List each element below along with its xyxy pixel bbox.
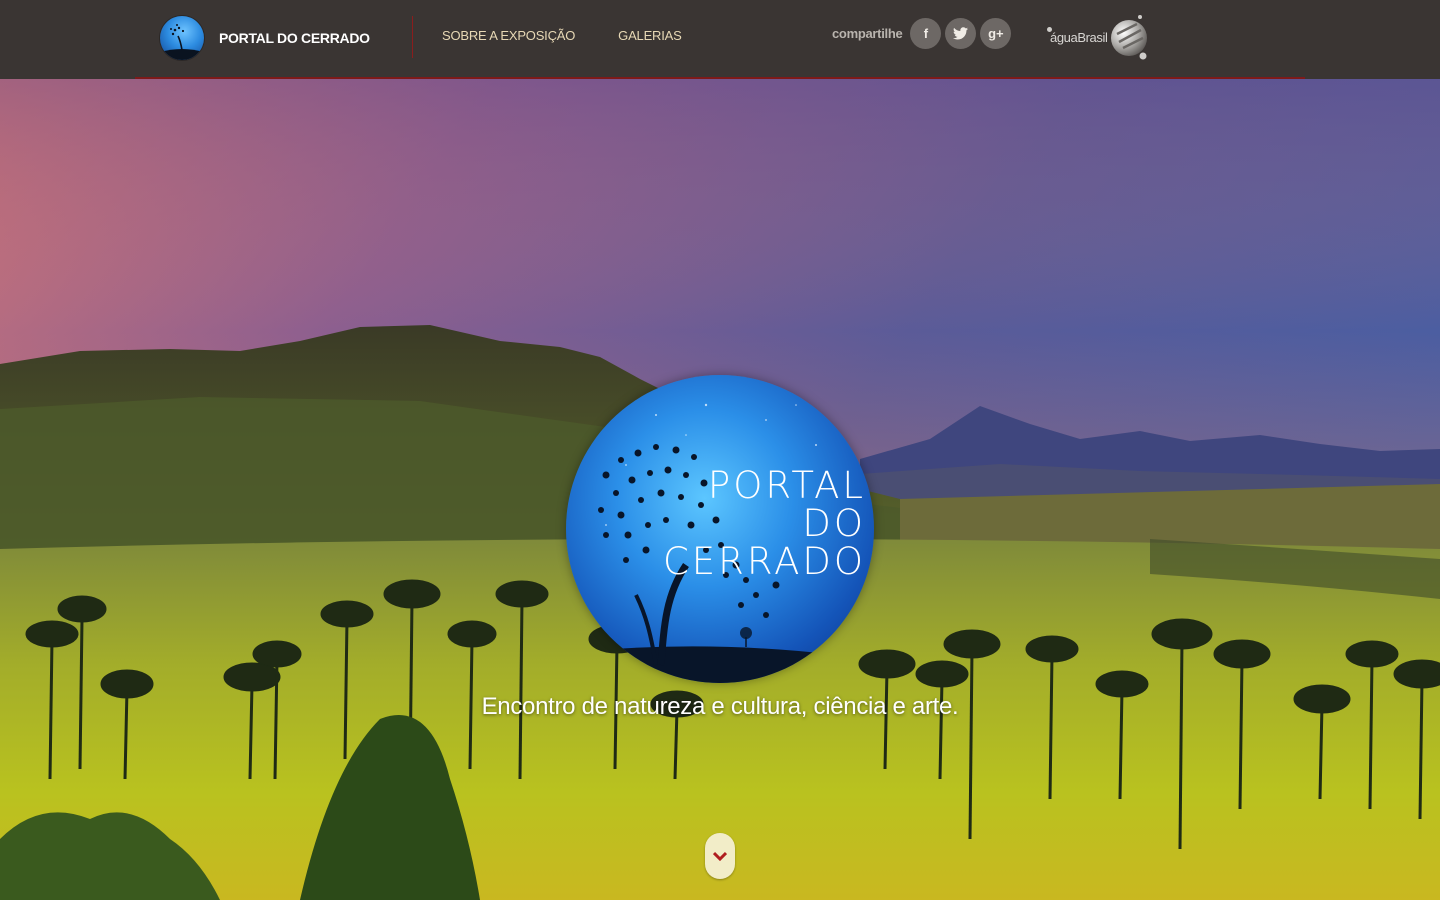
google-plus-icon: g+ xyxy=(988,26,1004,41)
main-nav: SOBRE A EXPOSIÇÃO GALERIAS xyxy=(442,28,682,43)
header-accent-rule xyxy=(135,77,1305,79)
twitter-icon xyxy=(953,27,969,40)
water-drop-icon xyxy=(1109,14,1149,60)
nav-divider xyxy=(412,16,413,58)
twitter-share-button[interactable] xyxy=(945,18,977,49)
portal-logo-icon xyxy=(160,16,204,60)
scroll-down-button[interactable] xyxy=(705,833,735,879)
google-plus-share-button[interactable]: g+ xyxy=(980,18,1012,49)
agua-brasil-partner-link[interactable]: águaBrasil xyxy=(1046,14,1149,60)
brand-home-link[interactable]: PORTAL DO CERRADO xyxy=(160,15,370,61)
emblem-title-line-1: PORTAL xyxy=(707,464,866,507)
portal-do-cerrado-emblem: PORTAL DO CERRADO xyxy=(566,375,874,683)
hero-section: PORTAL DO CERRADO Encontro de natureza e… xyxy=(0,79,1440,900)
chevron-down-icon xyxy=(712,848,728,864)
emblem-title-line-3: CERRADO xyxy=(662,540,866,583)
share-label: compartilhe xyxy=(832,26,903,41)
nav-link-sobre-a-exposicao[interactable]: SOBRE A EXPOSIÇÃO xyxy=(442,28,575,43)
top-navigation-bar: PORTAL DO CERRADO SOBRE A EXPOSIÇÃO GALE… xyxy=(0,0,1440,79)
facebook-share-button[interactable]: f xyxy=(910,18,942,49)
nav-link-galerias[interactable]: GALERIAS xyxy=(618,28,682,43)
brand-title[interactable]: PORTAL DO CERRADO xyxy=(219,30,370,46)
emblem-title: PORTAL DO CERRADO xyxy=(663,467,866,581)
share-group: compartilhe f g+ xyxy=(832,18,1012,49)
emblem-title-line-2: DO xyxy=(802,502,866,545)
facebook-icon: f xyxy=(923,26,929,41)
hero-tagline: Encontro de natureza e cultura, ciência … xyxy=(481,693,959,720)
partner-name: águaBrasil xyxy=(1046,26,1108,45)
